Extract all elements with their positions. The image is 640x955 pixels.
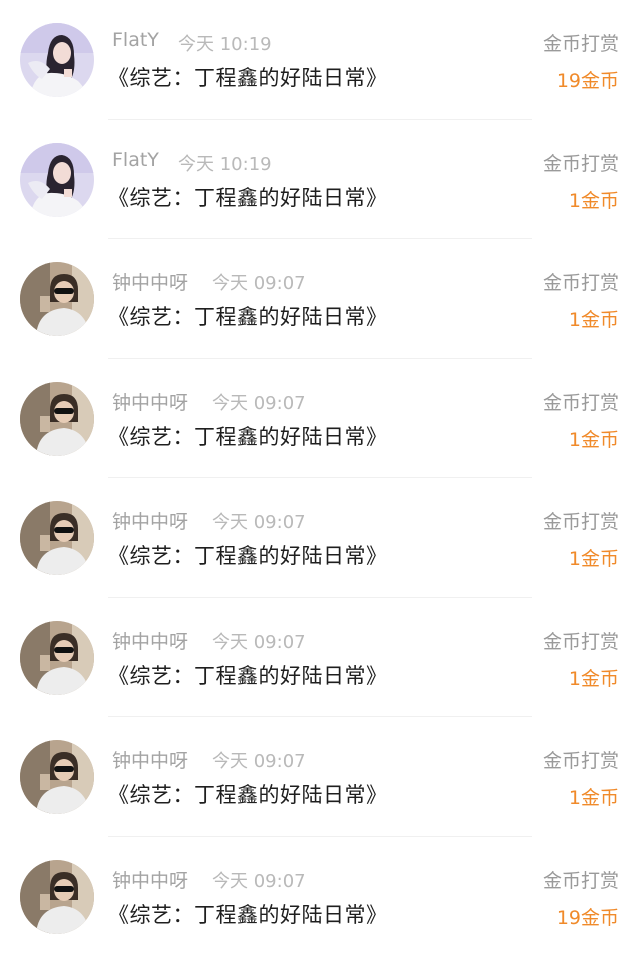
reward-amount: 1金币 bbox=[568, 548, 619, 570]
reward-type-label: 金币打赏 bbox=[542, 750, 619, 772]
timestamp: 今天 09:07 bbox=[212, 273, 306, 294]
work-title[interactable]: 《综艺：丁程鑫的好陆日常》 bbox=[108, 421, 388, 451]
timestamp: 今天 09:07 bbox=[212, 392, 306, 414]
reward-type-label: 金币打赏 bbox=[542, 272, 619, 294]
reward-amount: 1金币 bbox=[568, 667, 619, 690]
avatar-girl-icon[interactable] bbox=[20, 23, 94, 97]
reward-amount: 19金币 bbox=[556, 70, 619, 92]
work-title[interactable]: 《综艺：丁程鑫的好陆日常》 bbox=[108, 540, 388, 570]
work-title[interactable]: 《综艺：丁程鑫的好陆日常》 bbox=[108, 660, 388, 690]
username[interactable]: 钟中中呀 bbox=[112, 627, 188, 654]
reward-type-label: 金币打赏 bbox=[542, 630, 619, 653]
list-item[interactable]: 钟中中呀 今天 09:07 《综艺：丁程鑫的好陆日常》 金币打赏 1金币 bbox=[0, 359, 640, 478]
username[interactable]: 钟中中呀 bbox=[112, 746, 188, 773]
list-item[interactable]: FlatY 今天 10:19 《综艺：丁程鑫的好陆日常》 金币打赏 1金币 bbox=[0, 120, 640, 239]
reward-amount: 1金币 bbox=[568, 428, 619, 451]
reward-record-list: FlatY 今天 10:19 《综艺：丁程鑫的好陆日常》 金币打赏 19金币 F… bbox=[0, 0, 640, 955]
timestamp: 今天 09:07 bbox=[212, 870, 306, 892]
timestamp: 今天 09:07 bbox=[212, 751, 306, 772]
reward-amount: 1金币 bbox=[568, 309, 619, 331]
username[interactable]: 钟中中呀 bbox=[112, 866, 188, 893]
work-title[interactable]: 《综艺：丁程鑫的好陆日常》 bbox=[108, 62, 388, 92]
work-title[interactable]: 《综艺：丁程鑫的好陆日常》 bbox=[108, 779, 388, 809]
avatar-sunglasses-icon[interactable] bbox=[20, 262, 94, 336]
reward-type-label: 金币打赏 bbox=[542, 511, 619, 533]
list-item[interactable]: 钟中中呀 今天 09:07 《综艺：丁程鑫的好陆日常》 金币打赏 1金币 bbox=[0, 598, 640, 717]
reward-amount: 19金币 bbox=[556, 906, 619, 929]
reward-amount: 1金币 bbox=[568, 189, 619, 212]
username[interactable]: FlatY bbox=[112, 29, 159, 51]
username[interactable]: 钟中中呀 bbox=[112, 507, 188, 534]
avatar-girl-icon[interactable] bbox=[20, 142, 94, 217]
timestamp: 今天 09:07 bbox=[212, 631, 306, 653]
work-title[interactable]: 《综艺：丁程鑫的好陆日常》 bbox=[108, 182, 388, 212]
username[interactable]: 钟中中呀 bbox=[112, 388, 188, 415]
reward-type-label: 金币打赏 bbox=[542, 152, 619, 175]
list-item[interactable]: FlatY 今天 10:19 《综艺：丁程鑫的好陆日常》 金币打赏 19金币 bbox=[0, 0, 640, 120]
username[interactable]: FlatY bbox=[112, 149, 159, 171]
list-item[interactable]: 钟中中呀 今天 09:07 《综艺：丁程鑫的好陆日常》 金币打赏 1金币 bbox=[0, 717, 640, 837]
work-title[interactable]: 《综艺：丁程鑫的好陆日常》 bbox=[108, 899, 388, 929]
avatar-sunglasses-icon[interactable] bbox=[20, 501, 94, 575]
timestamp: 今天 10:19 bbox=[178, 153, 272, 175]
reward-amount: 1金币 bbox=[568, 787, 619, 809]
reward-type-label: 金币打赏 bbox=[542, 33, 619, 55]
work-title[interactable]: 《综艺：丁程鑫的好陆日常》 bbox=[108, 301, 388, 331]
reward-type-label: 金币打赏 bbox=[542, 391, 619, 414]
avatar-sunglasses-icon[interactable] bbox=[20, 740, 94, 814]
avatar-sunglasses-icon[interactable] bbox=[20, 859, 94, 934]
avatar-sunglasses-icon[interactable] bbox=[20, 620, 94, 695]
reward-type-label: 金币打赏 bbox=[542, 869, 619, 892]
list-item[interactable]: 钟中中呀 今天 09:07 《综艺：丁程鑫的好陆日常》 金币打赏 1金币 bbox=[0, 239, 640, 359]
list-item[interactable]: 钟中中呀 今天 09:07 《综艺：丁程鑫的好陆日常》 金币打赏 19金币 bbox=[0, 837, 640, 955]
list-item[interactable]: 钟中中呀 今天 09:07 《综艺：丁程鑫的好陆日常》 金币打赏 1金币 bbox=[0, 478, 640, 598]
timestamp: 今天 10:19 bbox=[178, 34, 272, 55]
avatar-sunglasses-icon[interactable] bbox=[20, 381, 94, 456]
timestamp: 今天 09:07 bbox=[212, 512, 306, 533]
username[interactable]: 钟中中呀 bbox=[112, 268, 188, 295]
